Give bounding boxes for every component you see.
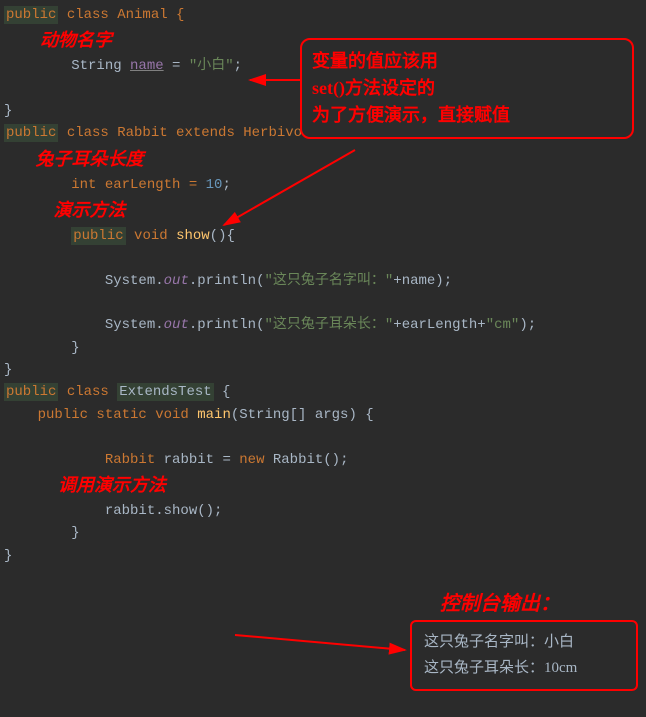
output-box: 这只兔子名字叫：小白 这只兔子耳朵长：10cm [410,620,638,691]
keyword-public: public [71,227,125,245]
annotation-show: 演示方法 [4,196,646,225]
keyword-public: public [4,124,58,142]
field-name: name [130,58,164,74]
keyword-public: public [4,383,58,401]
annotation-box-set: 变量的值应该用 set()方法设定的 为了方便演示，直接赋值 [300,38,634,139]
annotation-ear: 兔子耳朵长度 [4,145,646,174]
keyword-public: public [4,6,58,24]
output-title: 控制台输出： [440,588,560,620]
annotation-call: 调用演示方法 [4,471,646,500]
